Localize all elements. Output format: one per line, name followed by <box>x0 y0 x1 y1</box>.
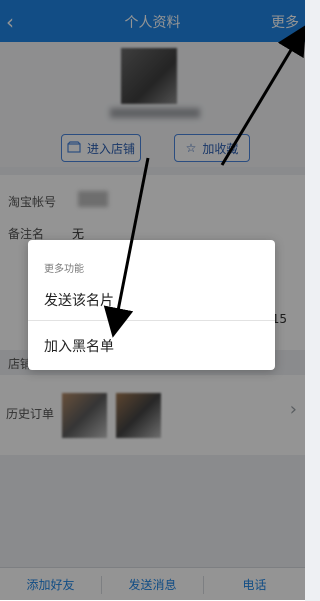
divider <box>28 320 275 321</box>
send-card-option[interactable]: 发送该名片 <box>44 290 114 310</box>
add-to-blacklist-option[interactable]: 加入黑名单 <box>44 336 114 356</box>
dialog-title: 更多功能 <box>44 264 84 275</box>
more-functions-dialog: 更多功能 发送该名片 加入黑名单 <box>28 240 275 370</box>
